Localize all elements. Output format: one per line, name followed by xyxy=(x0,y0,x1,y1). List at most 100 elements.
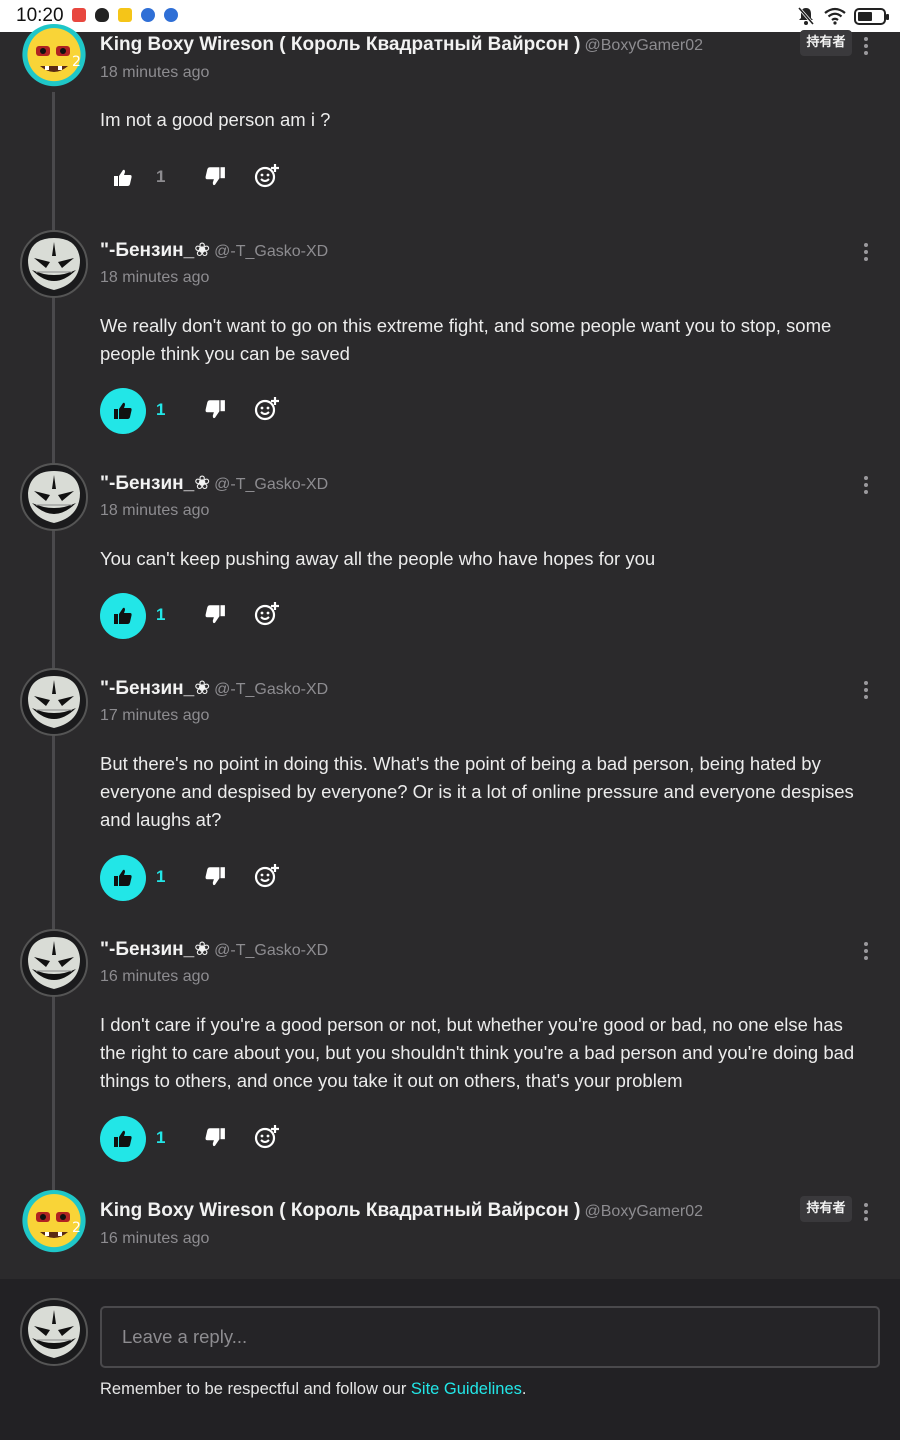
app-notification-icon xyxy=(72,8,86,22)
more-options-icon[interactable] xyxy=(858,473,874,497)
add-emoji-icon xyxy=(254,864,279,888)
comment-time: 18 minutes ago xyxy=(100,64,210,81)
comment-actions: 1 xyxy=(100,1116,300,1162)
author-name[interactable]: King Boxy Wireson ( Король Квадратный Ва… xyxy=(100,34,581,55)
grin-mask-avatar[interactable] xyxy=(20,929,88,997)
grin-mask-avatar[interactable] xyxy=(20,668,88,736)
grin-mask-avatar[interactable] xyxy=(20,463,88,531)
more-options-icon[interactable] xyxy=(858,240,874,264)
more-options-icon[interactable] xyxy=(858,1200,874,1224)
paw-notification-icon xyxy=(141,8,155,22)
penguin-notification-icon xyxy=(95,8,109,22)
dislike-button[interactable] xyxy=(204,165,228,189)
comment-text: You can't keep pushing away all the peop… xyxy=(100,548,656,569)
author-name[interactable]: "-Бензин_❀ xyxy=(100,939,210,960)
comment-text: We really don't want to go on this extre… xyxy=(100,315,832,364)
comment-actions: 1 xyxy=(100,593,300,639)
like-button[interactable] xyxy=(100,593,146,639)
add-emoji-icon xyxy=(254,164,279,188)
author-handle[interactable]: @-T_Gasko-XD xyxy=(214,243,328,260)
comment-author[interactable]: King Boxy Wireson ( Король Квадратный Ва… xyxy=(100,1200,703,1222)
like-button[interactable] xyxy=(100,855,146,901)
more-options-icon[interactable] xyxy=(858,678,874,702)
add-reaction-button[interactable] xyxy=(254,1124,282,1152)
comment-time: 16 minutes ago xyxy=(100,968,210,985)
comment-author[interactable]: "-Бензин_❀ @-T_Gasko-XD xyxy=(100,472,328,495)
status-bar: 10:20 xyxy=(0,0,900,32)
add-reaction-button[interactable] xyxy=(254,396,282,424)
thumbs-down-icon xyxy=(205,400,225,419)
wifi-icon xyxy=(824,7,846,25)
grin-mask-avatar[interactable] xyxy=(20,230,88,298)
thumbs-up-icon xyxy=(114,402,132,419)
comment-actions: 1 xyxy=(100,155,300,201)
grin-mask-avatar xyxy=(20,1298,88,1366)
comment-time: 17 minutes ago xyxy=(100,707,210,724)
author-handle[interactable]: @BoxyGamer02 xyxy=(585,1203,704,1220)
add-reaction-button[interactable] xyxy=(254,863,282,891)
reply-input[interactable]: Leave a reply... xyxy=(100,1306,880,1368)
like-count: 1 xyxy=(156,400,166,419)
author-handle[interactable]: @BoxyGamer02 xyxy=(585,37,704,54)
dislike-button[interactable] xyxy=(204,398,228,422)
comment-author[interactable]: "-Бензин_❀ @-T_Gasko-XD xyxy=(100,938,328,961)
add-emoji-icon xyxy=(254,1125,279,1149)
guidelines-notice: Remember to be respectful and follow our… xyxy=(100,1380,526,1399)
dislike-button[interactable] xyxy=(204,603,228,627)
site-guidelines-link[interactable]: Site Guidelines xyxy=(411,1380,522,1398)
thumbs-up-icon xyxy=(114,169,132,186)
thumbs-down-icon xyxy=(205,867,225,886)
dislike-button[interactable] xyxy=(204,865,228,889)
comment-text: But there's no point in doing this. What… xyxy=(100,753,854,830)
add-emoji-icon xyxy=(254,397,279,421)
mail-notification-icon xyxy=(118,8,132,22)
like-count: 1 xyxy=(156,867,166,886)
like-button[interactable] xyxy=(100,1116,146,1162)
comment-time: 16 minutes ago xyxy=(100,1230,210,1247)
comment-actions: 1 xyxy=(100,855,300,901)
thumbs-up-icon xyxy=(114,607,132,624)
status-icons xyxy=(796,6,889,26)
svg-text:2: 2 xyxy=(72,54,81,70)
svg-text:2: 2 xyxy=(72,1220,81,1236)
add-emoji-icon xyxy=(254,602,279,626)
like-button[interactable] xyxy=(100,155,146,201)
author-name[interactable]: "-Бензин_❀ xyxy=(100,473,210,494)
thumbs-down-icon xyxy=(205,605,225,624)
comment-author[interactable]: "-Бензин_❀ @-T_Gasko-XD xyxy=(100,677,328,700)
author-handle[interactable]: @-T_Gasko-XD xyxy=(214,942,328,959)
thumbs-down-icon xyxy=(205,167,225,186)
boxy-avatar[interactable]: 2 xyxy=(20,1190,88,1258)
battery-icon xyxy=(854,7,889,25)
add-reaction-button[interactable] xyxy=(254,163,282,191)
battery-fill xyxy=(858,11,873,21)
add-reaction-button[interactable] xyxy=(254,601,282,629)
reply-section: Leave a reply... Remember to be respectf… xyxy=(0,1279,900,1440)
boxy-avatar[interactable]: 2 xyxy=(20,24,88,92)
like-count: 1 xyxy=(156,167,166,186)
like-count: 1 xyxy=(156,605,166,624)
guidelines-end: . xyxy=(521,1380,527,1398)
author-name[interactable]: King Boxy Wireson ( Король Квадратный Ва… xyxy=(100,1200,581,1221)
comment-actions: 1 xyxy=(100,388,300,434)
thumbs-up-icon xyxy=(114,869,132,886)
comment-author[interactable]: "-Бензин_❀ @-T_Gasko-XD xyxy=(100,239,328,262)
more-options-icon[interactable] xyxy=(858,34,874,58)
author-handle[interactable]: @-T_Gasko-XD xyxy=(214,681,328,698)
author-name[interactable]: "-Бензин_❀ xyxy=(100,678,210,699)
thumbs-down-icon xyxy=(205,1128,225,1147)
like-count: 1 xyxy=(156,1128,166,1147)
more-options-icon[interactable] xyxy=(858,939,874,963)
comment-author[interactable]: King Boxy Wireson ( Король Квадратный Ва… xyxy=(100,34,703,56)
comment-text: Im not a good person am i ? xyxy=(100,109,331,130)
author-handle[interactable]: @-T_Gasko-XD xyxy=(214,476,328,493)
comment-time: 18 minutes ago xyxy=(100,269,210,286)
comment-time: 18 minutes ago xyxy=(100,502,210,519)
comment-text: I don't care if you're a good person or … xyxy=(100,1014,855,1091)
mute-bell-icon xyxy=(797,7,815,25)
dislike-button[interactable] xyxy=(204,1126,228,1150)
author-name[interactable]: "-Бензин_❀ xyxy=(100,240,210,261)
like-button[interactable] xyxy=(100,388,146,434)
guidelines-text: Remember to be respectful and follow our xyxy=(100,1380,411,1398)
thumbs-up-icon xyxy=(114,1130,132,1147)
